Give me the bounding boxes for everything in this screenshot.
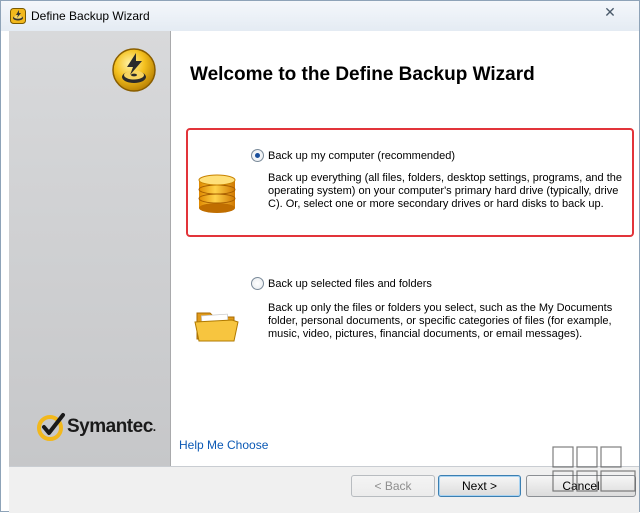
option-full-backup[interactable]: Back up my computer (recommended): [251, 149, 455, 162]
option-full-backup-label[interactable]: Back up my computer (recommended): [268, 150, 455, 162]
next-button[interactable]: Next >: [438, 475, 521, 497]
radio-full-backup[interactable]: [251, 149, 264, 162]
watermark-logo: [552, 446, 636, 492]
page-title: Welcome to the Define Backup Wizard: [190, 64, 535, 85]
symantec-logo: Symantec.: [36, 412, 156, 442]
brand-name: Symantec: [67, 416, 153, 437]
option-files-backup[interactable]: Back up selected files and folders: [251, 277, 432, 290]
close-icon: ✕: [604, 3, 616, 20]
window-title: Define Backup Wizard: [31, 9, 150, 23]
folder-icon: [194, 312, 239, 342]
wizard-window: Define Backup Wizard ✕ Symantec . Welcom…: [0, 0, 640, 513]
help-me-choose-link[interactable]: Help Me Choose: [179, 438, 268, 452]
main-content: Welcome to the Define Backup Wizard Back…: [172, 31, 639, 466]
database-icon: [198, 174, 236, 213]
backup-logo-icon: [112, 48, 156, 92]
brand-dot: .: [152, 420, 156, 434]
symantec-check-icon: [37, 413, 65, 441]
sidebar-panel: Symantec.: [9, 31, 171, 466]
backup-app-icon: [10, 8, 26, 24]
radio-files-backup[interactable]: [251, 277, 264, 290]
close-button[interactable]: ✕: [588, 2, 632, 22]
option-files-backup-description: Back up only the files or folders you se…: [268, 302, 613, 340]
option-full-backup-description: Back up everything (all files, folders, …: [268, 172, 623, 210]
title-bar: Define Backup Wizard ✕: [1, 1, 639, 31]
option-files-backup-label[interactable]: Back up selected files and folders: [268, 278, 432, 290]
back-button[interactable]: < Back: [351, 475, 435, 497]
